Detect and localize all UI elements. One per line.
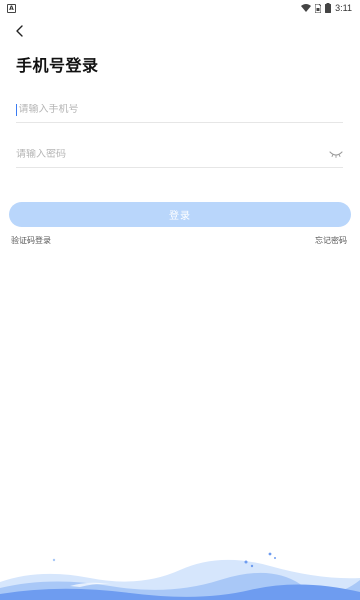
phone-field	[16, 97, 343, 123]
phone-input[interactable]	[18, 104, 343, 115]
sms-login-link[interactable]: 验证码登录	[11, 235, 51, 246]
page-title: 手机号登录	[16, 56, 99, 75]
wave-decoration	[0, 552, 360, 600]
sim-icon	[315, 3, 322, 13]
splash-dot	[274, 557, 276, 559]
back-button[interactable]	[10, 21, 30, 41]
login-button[interactable]: 登录	[9, 202, 351, 227]
status-left: A	[7, 3, 16, 13]
status-time: 3:11	[335, 3, 352, 13]
forgot-password-link[interactable]: 忘记密码	[315, 235, 347, 246]
wifi-icon	[301, 4, 312, 12]
battery-icon	[325, 3, 332, 13]
password-input[interactable]	[16, 149, 343, 160]
splash-dot	[268, 552, 272, 556]
splash-dot	[244, 560, 248, 564]
eye-closed-icon[interactable]	[329, 149, 343, 159]
password-field	[16, 142, 343, 168]
status-right: 3:11	[301, 3, 352, 13]
splash-dot	[250, 564, 254, 568]
text-cursor	[16, 103, 18, 116]
chevron-left-icon	[16, 25, 23, 37]
status-bar: A 3:11	[0, 0, 360, 16]
app-notification-icon: A	[7, 3, 16, 13]
splash-dot	[52, 558, 56, 562]
